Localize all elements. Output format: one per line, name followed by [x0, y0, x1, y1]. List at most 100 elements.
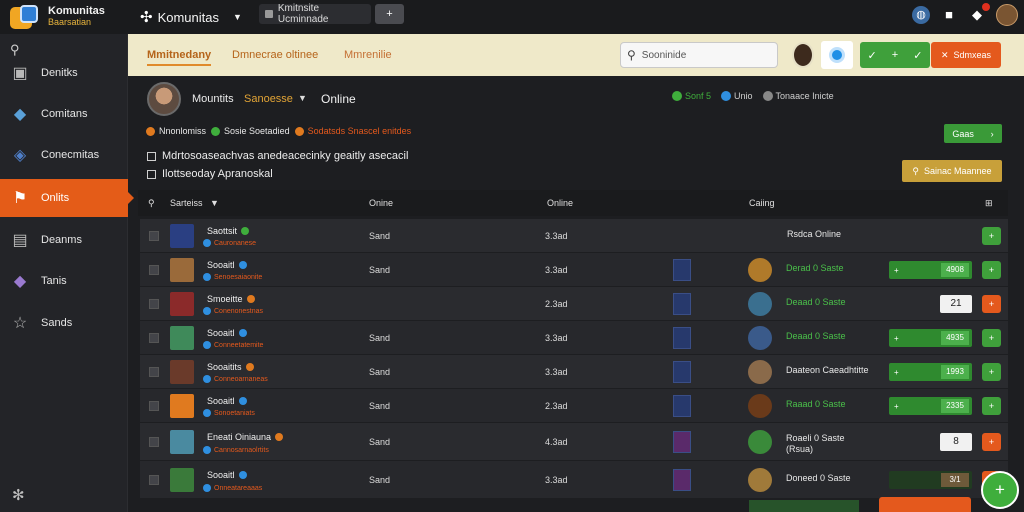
- gold-button[interactable]: ⚲ Sainac Maannee: [902, 160, 1002, 182]
- checkbox[interactable]: [147, 169, 156, 179]
- checkbox[interactable]: [147, 151, 156, 161]
- row-checkbox[interactable]: [149, 437, 159, 447]
- checkbox-option[interactable]: Mdrtosoaseachvas anedeacecinky geaitly a…: [147, 150, 408, 162]
- notification-icon[interactable]: ◆: [968, 3, 990, 24]
- sort-icon[interactable]: ⚲: [148, 198, 155, 209]
- info-icon: [203, 484, 211, 492]
- row-cell: 2.3ad: [545, 401, 568, 411]
- new-tab-button[interactable]: +: [375, 4, 404, 24]
- row-checkbox[interactable]: [149, 367, 159, 377]
- row-action-button[interactable]: +: [982, 363, 1001, 381]
- blue-circle-button[interactable]: [821, 41, 853, 69]
- user-avatar[interactable]: [996, 4, 1018, 26]
- table-row[interactable]: Sooaitits Conneoarnaneas Sand 3.3ad Daat…: [140, 354, 1008, 388]
- tab-active[interactable]: Kmitnsite Ucminnade: [259, 3, 371, 25]
- table-row[interactable]: Sooaitl Senoesaiaonite Sand 3.3ad Derad …: [140, 252, 1008, 286]
- column-header[interactable]: Online: [547, 198, 573, 208]
- badge-dot-icon: [294, 126, 304, 136]
- search-input[interactable]: ⚲ Sooninide: [620, 42, 778, 68]
- checkbox-option[interactable]: Ilottseoday Apranoskal: [147, 168, 273, 180]
- row-checkbox[interactable]: [149, 475, 159, 485]
- progress-value: 3/1: [941, 473, 969, 487]
- sidebar-item-label: Deanms: [41, 234, 82, 246]
- info-icon: [203, 273, 211, 281]
- row-name-text: Smoeitte: [207, 294, 243, 304]
- column-header[interactable]: Onine: [369, 198, 393, 208]
- table-row[interactable]: Sooaitl Sonoetaniats Sand 2.3ad Raaad 0 …: [140, 388, 1008, 422]
- table-row[interactable]: Sooaitl Conneetatemite Sand 3.3ad Deaad …: [140, 320, 1008, 354]
- row-stat: Derad 0 Saste: [786, 263, 844, 273]
- box-icon: ▣: [12, 65, 28, 82]
- green-action-button[interactable]: ✓ + ✓: [860, 42, 930, 68]
- table-row[interactable]: Saottsit Cauronanese Sand 3.3ad Rsdca On…: [140, 218, 1008, 252]
- profile-avatar[interactable]: [147, 82, 181, 116]
- camera-icon[interactable]: ■: [940, 6, 958, 24]
- row-checkbox[interactable]: [149, 333, 159, 343]
- row-thumbnail-icon: [170, 394, 194, 418]
- row-checkbox[interactable]: [149, 401, 159, 411]
- badge-text: Sosie Soetadied: [224, 126, 290, 136]
- chevron-down-icon[interactable]: ▼: [210, 198, 219, 208]
- sidebar-item-conecmitas[interactable]: ◈ Conecmitas: [0, 136, 128, 174]
- app-title[interactable]: ✣ Komunitas ▼: [140, 8, 242, 26]
- chevron-down-icon[interactable]: ▼: [298, 93, 307, 103]
- orange-action-button[interactable]: ✕ Sdmxeas: [931, 42, 1001, 68]
- row-action-button[interactable]: +: [982, 227, 1001, 245]
- champion-icon: [748, 468, 772, 492]
- status-dot-icon: [246, 295, 255, 303]
- floating-action-button[interactable]: +: [981, 471, 1019, 509]
- table-header: ⚲ Sarteiss ▼ Onine Online Caiing ⊞: [138, 190, 1008, 216]
- gaas-button[interactable]: Gaas ›: [944, 124, 1002, 143]
- avatar[interactable]: [792, 42, 814, 68]
- check-icon: ✓: [913, 49, 923, 62]
- row-checkbox[interactable]: [149, 231, 159, 241]
- row-stat: Rsdca Online: [787, 229, 842, 239]
- row-action-button[interactable]: +: [982, 261, 1001, 279]
- row-sub-text: Conneetatemite: [214, 341, 264, 349]
- sidebar-item-tanis[interactable]: ◆ Tanis: [0, 262, 128, 300]
- sidebar-item-onlits[interactable]: ⚑ Onlits: [0, 179, 134, 217]
- sidebar-item-label: Comitans: [41, 108, 88, 120]
- row-sub-text: Onneatareaaas: [214, 484, 263, 492]
- row-stat: Deaad 0 Saste: [786, 297, 846, 307]
- hero-icon: [673, 327, 691, 349]
- globe-icon[interactable]: ◍: [912, 6, 930, 24]
- column-header[interactable]: Sarteiss: [170, 198, 203, 208]
- gold-button-label: Sainac Maannee: [924, 166, 992, 176]
- hero-icon: [673, 431, 691, 453]
- column-header[interactable]: Caiing: [749, 198, 775, 208]
- row-cell: Sand: [369, 333, 391, 343]
- row-action-button[interactable]: +: [982, 295, 1001, 313]
- row-checkbox[interactable]: [149, 265, 159, 275]
- row-stat: Roaeli 0 Saste (Rsua): [786, 433, 845, 454]
- sidebar-item-denitks[interactable]: ▣ Denitks: [0, 54, 128, 92]
- gear-icon[interactable]: ✻: [12, 486, 25, 504]
- status-dot-icon: [241, 227, 250, 235]
- app-title-text: Komunitas: [157, 9, 219, 25]
- hero-icon: [673, 469, 691, 491]
- stat-item: Tonaace Inicte: [762, 91, 834, 101]
- tab-mmitnedany[interactable]: Mmitnedany: [147, 49, 212, 66]
- tab-label: Kmitnsite Ucminnade: [277, 3, 329, 25]
- table-row[interactable]: Eneati Oiniauna Cannosarnaolrtits Sand 4…: [140, 422, 1008, 460]
- brand[interactable]: Komunitas Baarsatian: [8, 3, 105, 31]
- badge: Nnonlomiss: [146, 126, 206, 136]
- sidebar: ⚲ ▣ Denitks ◆ Comitans ◈ Conecmitas ⚑ On…: [0, 34, 134, 512]
- stat-item: Sonf 5: [672, 91, 711, 101]
- table-row[interactable]: Sooaitl Onneatareaaas Sand 3.3ad Doneed …: [140, 460, 1008, 498]
- row-sub-text: Cannosarnaolrtits: [214, 446, 269, 454]
- row-action-button[interactable]: +: [982, 397, 1001, 415]
- row-subtitle: Senoesaiaonite: [203, 273, 262, 281]
- sidebar-item-sands[interactable]: ☆ Sands: [0, 304, 128, 342]
- sidebar-item-comitans[interactable]: ◆ Comitans: [0, 95, 128, 133]
- grid-icon[interactable]: ⊞: [985, 198, 993, 209]
- bottom-orange-tab[interactable]: [879, 497, 971, 512]
- tab-mmrenilie[interactable]: Mmrenilie: [344, 49, 392, 61]
- row-checkbox[interactable]: [149, 299, 159, 309]
- table-row[interactable]: Smoeitte Conenonestnas 2.3ad Deaad 0 Sas…: [140, 286, 1008, 320]
- sidebar-item-deanms[interactable]: ▤ Deanms: [0, 221, 128, 259]
- row-action-button[interactable]: +: [982, 433, 1001, 451]
- row-action-button[interactable]: +: [982, 329, 1001, 347]
- tab-dmnecrae[interactable]: Dmnecrae oltinee: [232, 49, 318, 61]
- sidebar-item-label: Sands: [41, 317, 73, 329]
